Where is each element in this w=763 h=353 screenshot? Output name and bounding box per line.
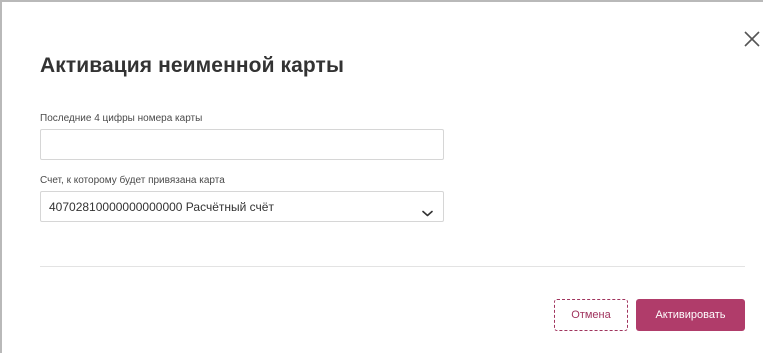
card-digits-input[interactable]	[40, 129, 444, 160]
footer-divider	[40, 266, 745, 267]
chevron-down-icon	[422, 204, 433, 217]
account-label: Счет, к которому будет привязана карта	[40, 175, 225, 186]
account-selected-value: 40702810000000000000 Расчётный счёт	[49, 200, 274, 214]
dialog-title: Активация неименной карты	[40, 54, 344, 77]
account-select[interactable]: 40702810000000000000 Расчётный счёт	[40, 191, 444, 222]
activation-dialog: Активация неименной карты Последние 4 ци…	[0, 0, 763, 353]
card-digits-label: Последние 4 цифры номера карты	[40, 113, 203, 124]
activate-button[interactable]: Активировать	[636, 299, 745, 331]
cancel-button[interactable]: Отмена	[554, 299, 628, 331]
close-icon[interactable]	[742, 29, 762, 49]
